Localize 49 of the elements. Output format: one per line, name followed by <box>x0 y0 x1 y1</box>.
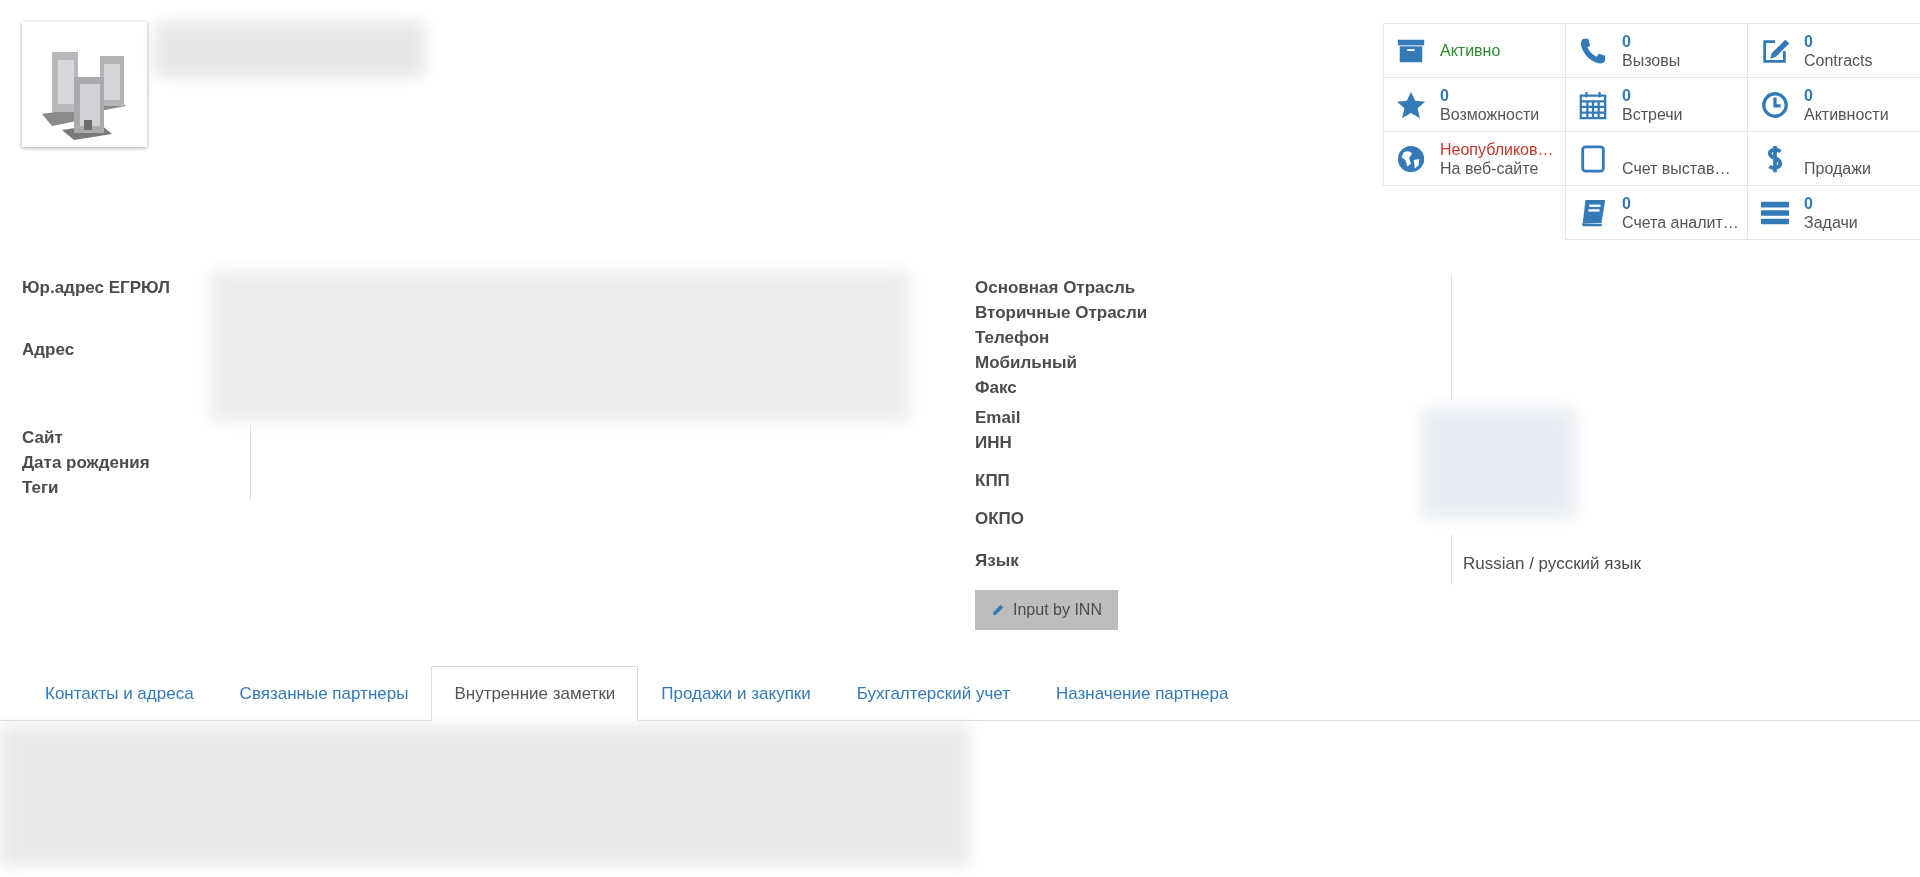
tab[interactable]: Бухгалтерский учет <box>833 666 1033 721</box>
field-label: Email <box>975 407 1022 429</box>
stat-button[interactable]: Неопубликов… На веб-сайте <box>1383 131 1566 186</box>
tab[interactable]: Продажи и закупки <box>638 666 834 721</box>
field-value: Russian / русский язык <box>1462 553 1641 575</box>
stat-count: 0 <box>1804 85 1814 105</box>
status-label: Активно <box>1440 41 1501 60</box>
stat-count: 0 <box>1622 193 1632 213</box>
clock-icon <box>1760 89 1790 120</box>
stat-count: 0 <box>1622 31 1632 51</box>
field-label: ИНН <box>975 432 1013 454</box>
pencil-icon <box>991 603 1005 617</box>
field-label: Телефон <box>975 327 1051 349</box>
field-label: Основная Отрасль <box>975 277 1137 299</box>
stat-label: Счет выстав… <box>1622 158 1731 178</box>
stat-label: Встречи <box>1622 104 1683 124</box>
field-label: Факс <box>975 377 1018 399</box>
field-label: Сайт <box>22 427 64 449</box>
stat-count: 0 <box>1622 85 1632 105</box>
stat-count: 0 <box>1804 31 1814 51</box>
tab[interactable]: Назначение партнера <box>1033 666 1252 721</box>
tab[interactable]: Внутренние заметки <box>431 666 639 721</box>
stat-button[interactable]: Активно <box>1383 23 1566 78</box>
field-label: Адрес <box>22 339 76 361</box>
field-label: Теги <box>22 477 60 499</box>
stat-label: На веб-сайте <box>1440 158 1540 178</box>
stat-count: 0 <box>1804 193 1814 213</box>
tab[interactable]: Связанные партнеры <box>216 666 432 721</box>
stat-label: Вызовы <box>1622 50 1681 70</box>
globe-icon <box>1396 143 1426 174</box>
field-label: Дата рождения <box>22 452 151 474</box>
input-by-inn-button[interactable]: Input by INN <box>975 590 1118 630</box>
stat-label: Возможности <box>1440 104 1540 124</box>
calendar-icon <box>1578 89 1608 120</box>
field-label: Вторичные Отрасли <box>975 302 1149 324</box>
field-label: Юр.адрес ЕГРЮЛ <box>22 277 171 299</box>
stat-button[interactable]: 0 Счета аналит… <box>1565 185 1748 240</box>
stat-label: Счета аналит… <box>1622 212 1739 232</box>
field-label: Язык <box>975 550 1020 572</box>
stat-count: 0 <box>1440 85 1450 105</box>
stat-label: Активности <box>1804 104 1889 124</box>
field-label: Мобильный <box>975 352 1078 374</box>
status-label: Неопубликов… <box>1440 139 1554 159</box>
stat-label: Задачи <box>1804 212 1858 232</box>
stat-label: Contracts <box>1804 50 1873 70</box>
field-label: КПП <box>975 470 1011 492</box>
field-label: ОКПО <box>975 508 1026 530</box>
stat-label: Продажи <box>1804 158 1871 178</box>
tab[interactable]: Контакты и адреса <box>22 666 217 721</box>
